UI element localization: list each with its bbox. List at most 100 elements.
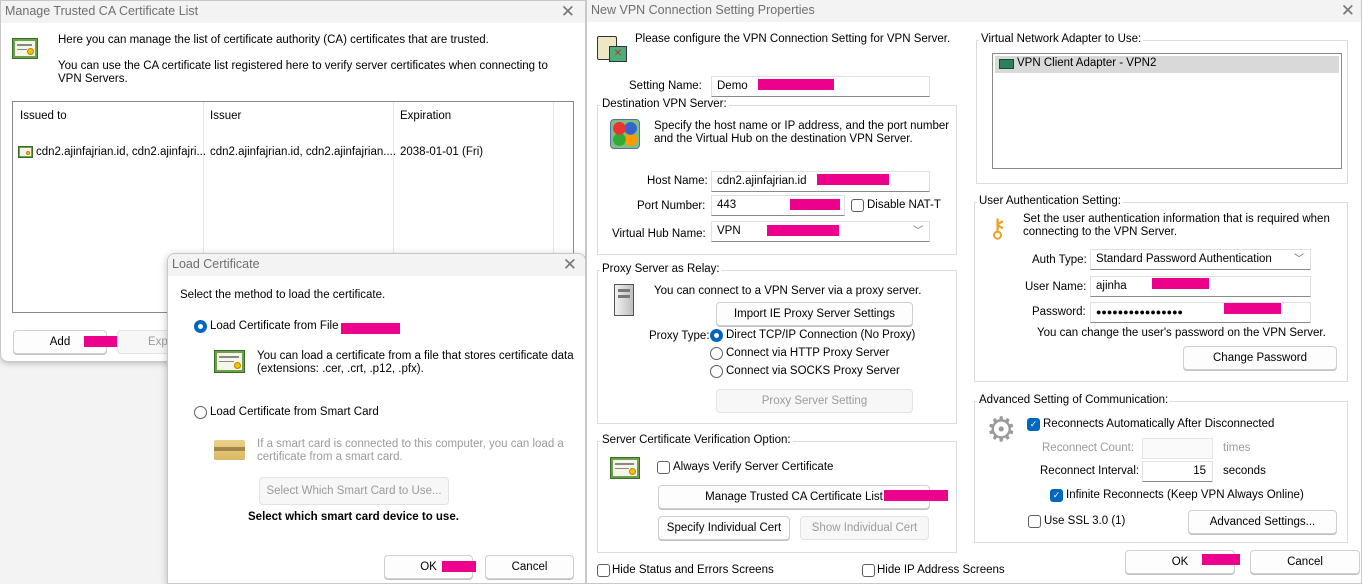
reconnect-count-input[interactable] (1142, 438, 1213, 459)
hide-ip-checkbox[interactable] (862, 564, 875, 577)
infinite-reconnects-label[interactable]: Infinite Reconnects (Keep VPN Always Onl… (1066, 489, 1304, 501)
auth-type-combo[interactable]: Standard Password Authentication ﹀ (1090, 249, 1311, 270)
disable-nat-t-label[interactable]: Disable NAT-T (867, 199, 941, 211)
adapter-list[interactable]: VPN Client Adapter - VPN2 (992, 53, 1342, 169)
redaction (442, 561, 476, 572)
proxy-server-setting-button[interactable]: Proxy Server Setting (716, 389, 913, 413)
destination-desc: Specify the host name or IP address, and… (654, 120, 950, 145)
radio-socks-proxy[interactable] (710, 365, 723, 378)
load-from-card-desc: If a smart card is connected to this com… (257, 438, 564, 463)
use-ssl3-label[interactable]: Use SSL 3.0 (1) (1044, 515, 1125, 527)
hide-ip-label[interactable]: Hide IP Address Screens (877, 564, 1005, 576)
adapter-group-label: Virtual Network Adapter to Use: (979, 33, 1144, 45)
redaction (1224, 303, 1281, 314)
chevron-down-icon: ﹀ (913, 226, 923, 237)
close-icon[interactable]: ✕ (563, 255, 577, 275)
always-verify-label[interactable]: Always Verify Server Certificate (673, 461, 833, 473)
table-row[interactable]: cdn2.ajinfajrian.id, cdn2.ajinfajri... c… (13, 142, 551, 164)
show-individual-cert-button[interactable]: Show Individual Cert (800, 516, 929, 540)
cell-issued-to: cdn2.ajinfajrian.id, cdn2.ajinfajri... (36, 146, 207, 158)
load-cert-titlebar: Load Certificate ✕ (168, 254, 585, 276)
redaction (884, 490, 948, 501)
destination-icon (610, 119, 640, 149)
host-name-label: Host Name: (647, 175, 708, 187)
vpn-properties-dialog: New VPN Connection Setting Properties ✕ … (586, 0, 1362, 584)
specify-individual-cert-button[interactable]: Specify Individual Cert (658, 516, 790, 540)
always-verify-checkbox[interactable] (657, 461, 670, 474)
cancel-button[interactable]: Cancel (485, 555, 574, 579)
manage-ca-intro-2: You can use the CA certificate list regi… (58, 60, 548, 85)
hide-status-label[interactable]: Hide Status and Errors Screens (612, 564, 774, 576)
reconnect-auto-label[interactable]: Reconnects Automatically After Disconnec… (1043, 418, 1274, 430)
use-ssl3-checkbox[interactable] (1028, 515, 1041, 528)
disable-nat-t-checkbox[interactable] (851, 199, 864, 212)
close-icon[interactable]: ✕ (1341, 1, 1355, 21)
import-ie-proxy-button[interactable]: Import IE Proxy Server Settings (716, 302, 913, 326)
manage-ca-titlebar: Manage Trusted CA Certificate List ✕ (1, 1, 585, 23)
user-auth-group-label: User Authentication Setting: (977, 195, 1123, 207)
change-password-button[interactable]: Change Password (1183, 346, 1337, 370)
adapter-name: VPN Client Adapter - VPN2 (1017, 57, 1157, 69)
manage-ca-title: Manage Trusted CA Certificate List (5, 4, 199, 18)
vpn-server-icon: ✕ (597, 34, 629, 64)
vpn-titlebar: New VPN Connection Setting Properties ✕ (587, 0, 1361, 22)
redaction (767, 225, 839, 236)
manage-ca-intro-1: Here you can manage the list of certific… (58, 34, 489, 46)
reconnect-interval-input[interactable]: 15 (1142, 461, 1213, 482)
chevron-down-icon: ﹀ (1294, 254, 1304, 265)
user-auth-desc: Set the user authentication information … (1023, 213, 1330, 238)
certificate-icon (214, 350, 245, 373)
user-name-label: User Name: (1025, 281, 1087, 293)
load-from-file-label[interactable]: Load Certificate from File (210, 320, 338, 332)
list-item[interactable]: VPN Client Adapter - VPN2 (995, 56, 1339, 73)
load-from-file-desc: You can load a certificate from a file t… (257, 350, 574, 375)
column-issued-to[interactable]: Issued to (20, 110, 67, 122)
load-cert-title: Load Certificate (172, 257, 260, 271)
column-expiration[interactable]: Expiration (400, 110, 451, 122)
close-icon[interactable]: ✕ (561, 2, 575, 22)
cert-verification-group-label: Server Certificate Verification Option: (600, 434, 793, 446)
certificate-icon (18, 146, 33, 158)
seconds-label: seconds (1223, 465, 1266, 477)
cancel-button[interactable]: Cancel (1250, 550, 1360, 574)
ca-list-header: Issued to Issuer Expiration (13, 102, 573, 314)
redaction (84, 336, 118, 347)
cell-issuer: cdn2.ajinfajrian.id, cdn2.ajinfajrian...… (210, 146, 397, 158)
virtual-hub-label: Virtual Hub Name: (612, 228, 706, 240)
radio-load-from-file[interactable] (194, 320, 207, 333)
redaction (817, 174, 889, 185)
radio-http-proxy[interactable] (710, 347, 723, 360)
proxy-server-icon (614, 284, 634, 316)
radio-direct-tcp[interactable] (710, 329, 723, 342)
advanced-settings-button[interactable]: Advanced Settings... (1188, 510, 1337, 534)
select-smart-card-button[interactable]: Select Which Smart Card to Use... (259, 477, 449, 505)
reconnect-interval-label: Reconnect Interval: (1040, 465, 1140, 477)
proxy-desc: You can connect to a VPN Server via a pr… (654, 285, 922, 297)
gear-icon: ⚙ (986, 411, 1017, 449)
column-issuer[interactable]: Issuer (210, 110, 241, 122)
load-cert-prompt: Select the method to load the certificat… (180, 289, 386, 301)
redaction (790, 199, 840, 210)
proxy-option-socks[interactable]: Connect via SOCKS Proxy Server (726, 365, 900, 377)
port-number-label: Port Number: (637, 200, 706, 212)
keys-icon: ⚷ (988, 213, 1008, 243)
vpn-intro: Please configure the VPN Connection Sett… (635, 33, 951, 45)
redaction (1202, 554, 1240, 565)
proxy-option-direct[interactable]: Direct TCP/IP Connection (No Proxy) (726, 329, 915, 341)
reconnect-auto-checkbox[interactable]: ✓ (1027, 418, 1040, 431)
network-adapter-icon (999, 59, 1014, 69)
infinite-reconnects-checkbox[interactable]: ✓ (1050, 489, 1063, 502)
cell-expiration: 2038-01-01 (Fri) (400, 146, 484, 158)
load-from-card-label[interactable]: Load Certificate from Smart Card (210, 406, 379, 418)
setting-name-label: Setting Name: (629, 80, 702, 92)
times-label: times (1223, 442, 1251, 454)
load-certificate-dialog: Load Certificate ✕ Select the method to … (167, 253, 586, 584)
auth-type-label: Auth Type: (1032, 254, 1087, 266)
radio-load-from-smart-card[interactable] (194, 406, 207, 419)
reconnect-count-label: Reconnect Count: (1042, 442, 1135, 454)
redaction (1152, 278, 1209, 289)
smart-card-hint: Select which smart card device to use. (248, 511, 459, 523)
certificate-icon (610, 457, 640, 479)
proxy-option-http[interactable]: Connect via HTTP Proxy Server (726, 347, 889, 359)
hide-status-checkbox[interactable] (597, 564, 610, 577)
